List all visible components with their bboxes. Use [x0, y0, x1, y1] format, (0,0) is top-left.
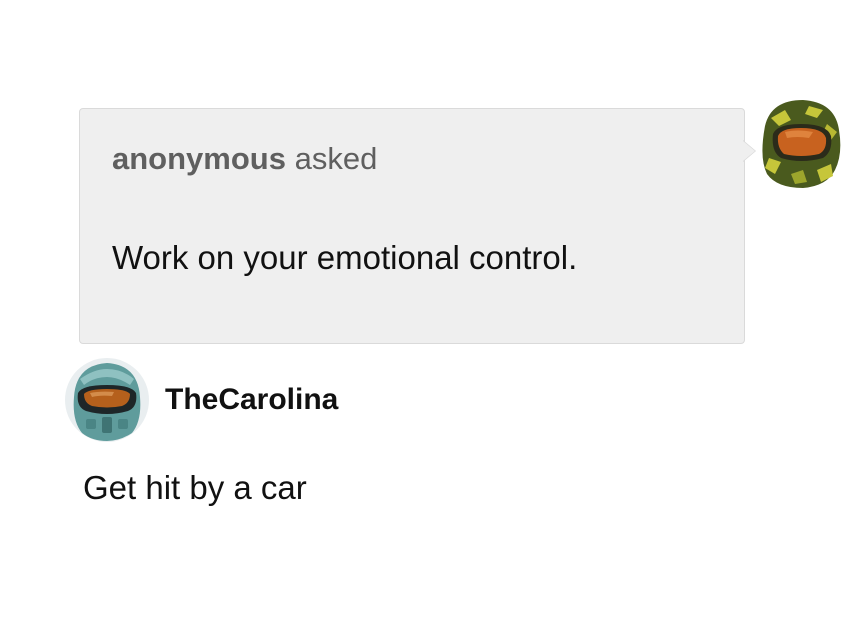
ask-sender-name[interactable]: anonymous [112, 141, 286, 176]
asker-avatar[interactable] [751, 96, 847, 192]
answerer-avatar[interactable] [64, 357, 150, 443]
ask-header: anonymous asked [112, 141, 377, 177]
ask-bubble: anonymous asked Work on your emotional c… [79, 108, 745, 344]
teal-spartan-helmet-icon [65, 358, 149, 442]
ask-verb: asked [294, 141, 378, 176]
answerer-username[interactable]: TheCarolina [165, 383, 338, 417]
answer-text: Get hit by a car [83, 469, 307, 506]
ask-question-text: Work on your emotional control. [112, 239, 578, 276]
green-spartan-helmet-icon [762, 100, 841, 188]
